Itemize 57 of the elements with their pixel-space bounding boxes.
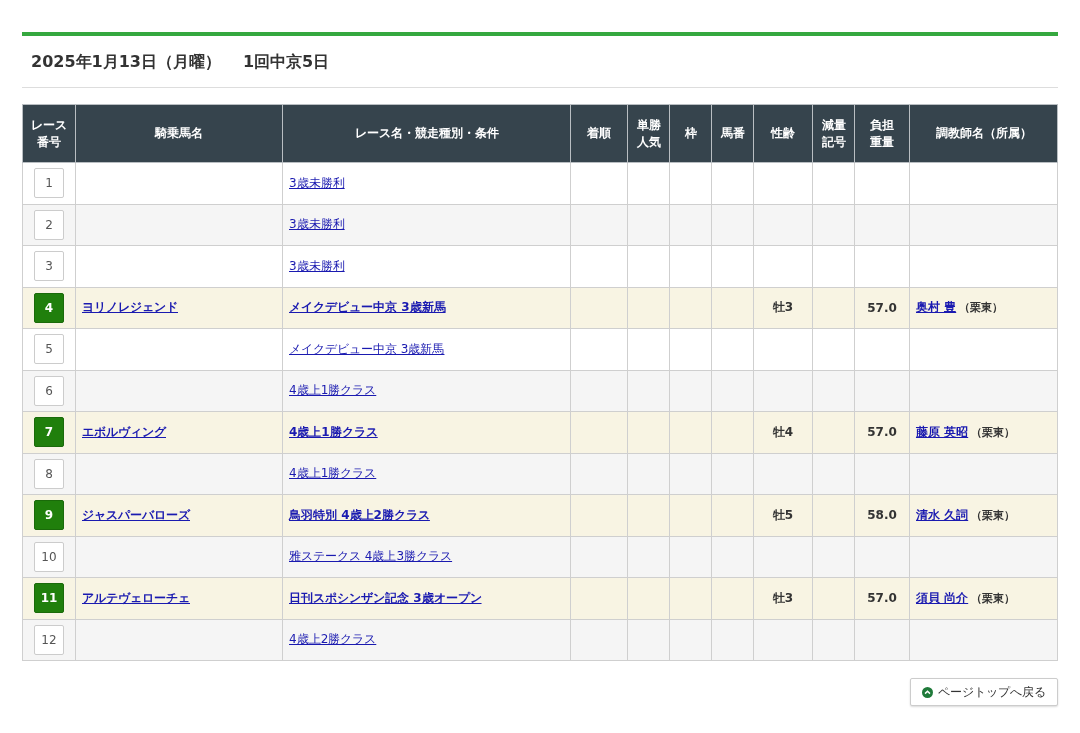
page-top-button[interactable]: ページトップへ戻る	[910, 678, 1058, 706]
race-name-link[interactable]: 4歳上2勝クラス	[289, 632, 377, 647]
race-number[interactable]: 6	[34, 375, 64, 406]
race-number[interactable]: 12	[34, 624, 64, 655]
sex-age-text: 牡3	[772, 590, 794, 605]
horse-name-link[interactable]: エボルヴィング	[82, 424, 166, 439]
weight-text: 57.0	[867, 591, 897, 606]
trainer-name-link[interactable]: 藤原 英昭	[916, 424, 969, 439]
column-header: 調教師名（所属）	[909, 104, 1058, 163]
column-header: 負担重量	[854, 104, 910, 163]
race-number[interactable]: 10	[34, 541, 64, 572]
race-name-link[interactable]: 4歳上1勝クラス	[289, 466, 377, 481]
column-header: 性齢	[753, 104, 813, 163]
trainer-name-link[interactable]: 須貝 尚介	[916, 590, 969, 605]
weight-text: 58.0	[867, 508, 897, 523]
trainer-name-link[interactable]: 清水 久詞	[916, 507, 969, 522]
sex-age-text: 牡3	[772, 300, 794, 315]
affiliation-text: （栗東）	[971, 508, 1016, 522]
affiliation-text: （栗東）	[959, 301, 1004, 315]
race-number[interactable]: 4	[34, 292, 64, 323]
race-name-link[interactable]: 4歳上1勝クラス	[289, 424, 378, 439]
race-date: 2025年1月13日（月曜）	[31, 52, 221, 73]
race-name-link[interactable]: 3歳未勝利	[289, 175, 345, 190]
trainer-name-link[interactable]: 奥村 豊	[916, 300, 957, 315]
column-header: 単勝人気	[627, 104, 670, 163]
race-name-link[interactable]: メイクデビュー中京 3歳新馬	[289, 300, 446, 315]
column-header: 減量記号	[812, 104, 855, 163]
race-number[interactable]: 3	[34, 251, 64, 282]
horse-name-link[interactable]: ヨリノレジェンド	[82, 300, 178, 315]
column-header: 着順	[570, 104, 628, 163]
race-number[interactable]: 9	[34, 500, 64, 531]
race-number[interactable]: 2	[34, 209, 64, 240]
column-header: 枠	[669, 104, 712, 163]
race-name-link[interactable]: メイクデビュー中京 3歳新馬	[289, 341, 445, 356]
race-name-link[interactable]: 3歳未勝利	[289, 217, 345, 232]
column-header: 騎乗馬名	[75, 104, 283, 163]
race-number[interactable]: 5	[34, 334, 64, 365]
race-name-link[interactable]: 4歳上1勝クラス	[289, 383, 377, 398]
up-chevron-icon	[922, 686, 933, 698]
sex-age-text: 牡5	[772, 507, 794, 522]
horse-name-link[interactable]: アルテヴェローチェ	[82, 590, 190, 605]
weight-text: 57.0	[867, 300, 897, 315]
column-header: 馬番	[711, 104, 754, 163]
race-name-link[interactable]: 3歳未勝利	[289, 258, 345, 273]
race-number[interactable]: 8	[34, 458, 64, 489]
column-header: レース番号	[22, 104, 76, 163]
race-name-link[interactable]: 鳥羽特別 4歳上2勝クラス	[289, 507, 430, 522]
sex-age-text: 牡4	[772, 424, 794, 439]
affiliation-text: （栗東）	[971, 591, 1016, 605]
race-number[interactable]: 1	[34, 168, 64, 199]
affiliation-text: （栗東）	[971, 425, 1016, 439]
race-number[interactable]: 7	[34, 417, 64, 448]
column-header: レース名・競走種別・条件	[282, 104, 571, 163]
meeting-name: 1回中京5日	[242, 52, 330, 73]
weight-text: 57.0	[867, 425, 897, 440]
race-number[interactable]: 11	[34, 583, 64, 614]
horse-name-link[interactable]: ジャスパーバローズ	[82, 507, 190, 522]
